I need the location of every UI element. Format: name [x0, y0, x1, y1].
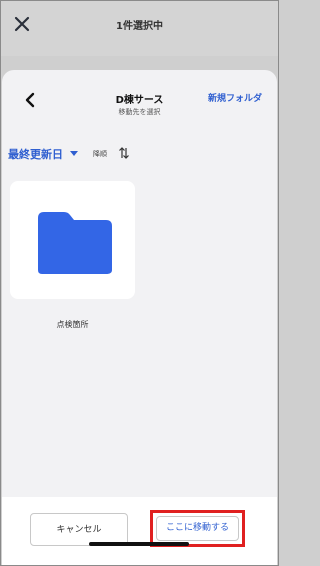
folder-icon — [38, 212, 112, 274]
home-indicator — [89, 542, 189, 546]
sheet-subtitle: 移動先を選択 — [118, 108, 161, 116]
sort-field-dropdown[interactable]: 最終更新日 — [8, 146, 63, 162]
sort-order-label[interactable]: 降順 — [93, 149, 107, 159]
top-bar: 1件選択中 — [0, 0, 279, 56]
folder-tile[interactable] — [10, 181, 135, 299]
sort-arrows-icon[interactable] — [118, 146, 130, 160]
new-folder-button[interactable]: 新規フォルダ — [208, 91, 262, 104]
action-footer: キャンセル ここに移動する — [2, 497, 277, 566]
selection-count-title: 1件選択中 — [116, 21, 163, 32]
move-destination-sheet: D棟サース 移動先を選択 新規フォルダ 最終更新日 降順 点検箇所 — [2, 70, 277, 564]
caret-down-icon[interactable] — [70, 151, 78, 156]
sheet-header: D棟サース 移動先を選択 新規フォルダ — [2, 70, 277, 130]
move-here-button[interactable]: ここに移動する — [156, 516, 239, 541]
folder-name: 点検箇所 — [56, 320, 89, 329]
